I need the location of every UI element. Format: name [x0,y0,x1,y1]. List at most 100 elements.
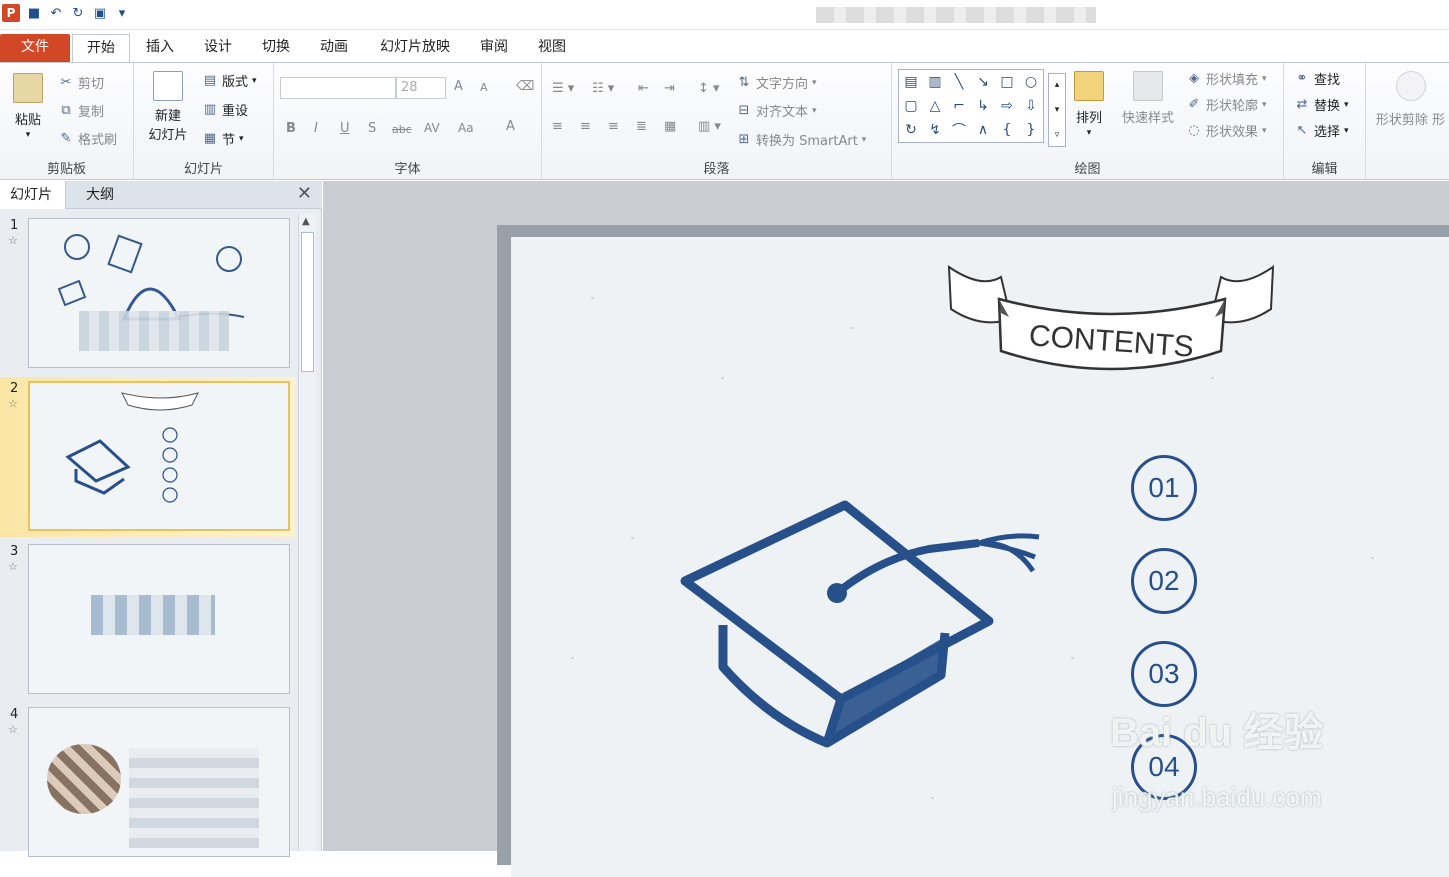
columns-icon[interactable]: ▥ ▾ [698,119,721,134]
chevron-down-icon: ▾ [1262,99,1267,110]
clear-format-icon[interactable]: ⌫ [516,79,534,94]
shape-erase-button[interactable]: 形状剪除 形 [1372,71,1449,128]
shape-outline-button[interactable]: ✐ 形状轮廓 ▾ [1186,95,1267,114]
reset-button[interactable]: ▥ 重设 [202,100,248,119]
font-family-select[interactable] [280,77,396,99]
lightning-shape-icon[interactable]: ↯ [929,122,941,138]
font-color-button[interactable]: A [506,119,515,134]
tab-review[interactable]: 审阅 [474,34,514,62]
oval-shape-icon[interactable]: ○ [1025,74,1037,90]
drawing-group-label: 绘图 [1074,162,1101,177]
change-case-button[interactable]: Aa [458,121,474,135]
blurred-title [79,311,229,351]
line-shape-icon[interactable]: ╲ [955,74,963,90]
align-left-icon[interactable]: ≡ [552,119,563,134]
shrink-font-button[interactable]: A [480,81,488,94]
char-spacing-button[interactable]: AV [424,121,440,135]
grow-font-button[interactable]: A [454,79,463,94]
arrow-line-shape-icon[interactable]: ↘ [977,74,989,90]
tab-design[interactable]: 设计 [198,34,238,62]
right-arrow-shape-icon[interactable]: ⇨ [1001,98,1013,114]
scroll-up-icon[interactable]: ▲ [302,216,310,227]
drawing-group: ▤ ▥ ╲ ↘ □ ○ ▢ △ ⌐ ↳ ⇨ ⇩ ↻ ↯ ⌒ ∧ { } ▴ ▾ ▿ … [892,63,1284,179]
font-size-select[interactable]: 28 [396,77,446,99]
bold-button[interactable]: B [286,121,296,136]
elbow-arrow-shape-icon[interactable]: ↳ [977,98,989,114]
copy-button[interactable]: ⧉ 复制 [58,101,104,120]
curve-shape-icon[interactable]: ↻ [905,122,917,138]
bullets-icon[interactable]: ☰ ▾ [552,81,574,96]
italic-button[interactable]: I [314,121,318,136]
new-slide-button[interactable]: 新建 幻灯片 [140,71,196,143]
freeform-shape-icon[interactable]: ∧ [978,122,988,138]
scrollbar-thumb[interactable] [301,232,314,372]
find-button[interactable]: ⚭ 查找 [1294,69,1340,88]
save-icon[interactable]: ■ [26,6,42,21]
shadow-button[interactable]: S [368,121,376,136]
select-button[interactable]: ↖ 选择 ▾ [1294,121,1349,140]
shapes-scroll[interactable]: ▴ ▾ ▿ [1048,73,1066,147]
tab-view[interactable]: 视图 [532,34,572,62]
underline-button[interactable]: U [340,121,350,136]
pane-scrollbar[interactable]: ▲ [298,214,316,851]
open-folder-icon[interactable]: ▣ [92,6,108,21]
textbox-shape-icon[interactable]: ▤ [904,74,917,90]
elbow-connector-shape-icon[interactable]: ⌐ [953,98,965,114]
left-brace-shape-icon[interactable]: { [1003,122,1012,138]
down-arrow-shape-icon[interactable]: ⇩ [1025,98,1037,114]
contents-item-02[interactable]: 02 [1131,548,1197,614]
replace-button[interactable]: ⇄ 替换 ▾ [1294,95,1349,114]
tab-file[interactable]: 文件 [0,34,70,62]
close-icon[interactable]: ✕ [297,183,312,204]
slide-number: 3 [10,544,19,559]
justify-icon[interactable]: ≣ [636,119,647,134]
numbering-icon[interactable]: ☷ ▾ [592,81,614,96]
tab-insert[interactable]: 插入 [140,34,180,62]
shapes-gallery[interactable]: ▤ ▥ ╲ ↘ □ ○ ▢ △ ⌐ ↳ ⇨ ⇩ ↻ ↯ ⌒ ∧ { } [898,69,1044,143]
powerpoint-logo-icon[interactable]: P [2,4,20,22]
contents-item-03[interactable]: 03 [1131,641,1197,707]
distributed-icon[interactable]: ▦ [664,119,676,134]
line-spacing-icon[interactable]: ↕ ▾ [698,81,720,96]
triangle-shape-icon[interactable]: △ [930,98,941,114]
tab-home[interactable]: 开始 [72,34,130,62]
undo-icon[interactable]: ↶ [48,6,64,21]
arrange-icon [1074,71,1104,101]
right-brace-shape-icon[interactable]: } [1027,122,1036,138]
slide-thumbnail-3[interactable]: 3 ☆ [0,540,296,700]
text-direction-button[interactable]: ⇅ 文字方向 ▾ [736,73,817,92]
shape-effects-button[interactable]: ◌ 形状效果 ▾ [1186,121,1266,140]
slide-thumbnail-1[interactable]: 1 ☆ [0,214,296,374]
shape-fill-button[interactable]: ◈ 形状填充 ▾ [1186,69,1267,88]
tab-slideshow[interactable]: 幻灯片放映 [372,34,458,62]
increase-indent-icon[interactable]: ⇥ [664,81,675,96]
slide-thumbnail-2[interactable]: 2 ☆ [0,377,296,537]
align-text-button[interactable]: ⊟ 对齐文本 ▾ [736,101,817,120]
rectangle-shape-icon[interactable]: □ [1000,74,1013,90]
decrease-indent-icon[interactable]: ⇤ [638,81,649,96]
tab-slides[interactable]: 幻灯片 [0,181,66,209]
format-painter-button[interactable]: ✎ 格式刷 [58,129,117,148]
vertical-textbox-shape-icon[interactable]: ▥ [928,74,941,90]
slide-thumbnail-4[interactable]: 4 ☆ [0,703,296,863]
ribbon-tabs: 文件 开始 插入 设计 切换 动画 幻灯片放映 审阅 视图 [0,30,1449,62]
arrange-button[interactable]: 排列 ▾ [1072,71,1106,138]
tab-animations[interactable]: 动画 [314,34,354,62]
align-center-icon[interactable]: ≡ [580,119,591,134]
tab-transitions[interactable]: 切换 [256,34,296,62]
contents-item-01[interactable]: 01 [1131,455,1197,521]
quick-styles-button[interactable]: 快速样式 [1116,71,1180,126]
cut-button[interactable]: ✂ 剪切 [58,73,104,92]
redo-icon[interactable]: ↻ [70,6,86,21]
strikethrough-button[interactable]: abc [392,123,412,136]
smartart-button[interactable]: ⊞ 转换为 SmartArt ▾ [736,130,867,149]
customize-qat-icon[interactable]: ▾ [114,6,130,21]
paste-button[interactable]: 粘贴 ▾ [8,73,48,140]
rounded-rect-shape-icon[interactable]: ▢ [904,98,917,114]
section-button[interactable]: ▦ 节 ▾ [202,129,244,148]
layout-button[interactable]: ▤ 版式 ▾ [202,71,257,90]
arc-shape-icon[interactable]: ⌒ [952,120,966,140]
tab-outline[interactable]: 大纲 [76,181,124,209]
align-right-icon[interactable]: ≡ [608,119,619,134]
slide-canvas[interactable]: CONTENTS 01 02 03 04 [511,237,1449,877]
